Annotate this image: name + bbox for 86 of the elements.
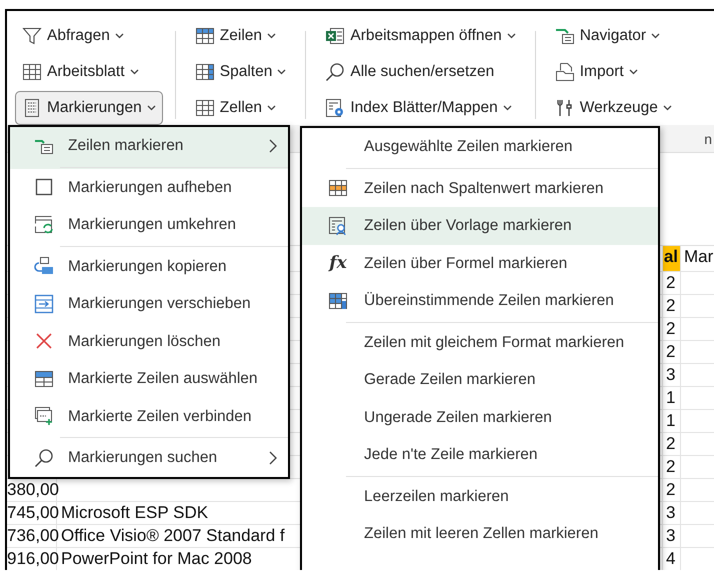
- filter-icon: [22, 26, 42, 46]
- chevron-down-icon: [267, 33, 276, 39]
- menu-item[interactable]: Gerade Zeilen markieren: [302, 361, 658, 398]
- menu-item[interactable]: Markierungen verschieben: [10, 285, 288, 322]
- chevron-down-icon: [277, 69, 286, 75]
- column-header: al: [664, 247, 678, 266]
- chevron-down-icon: [267, 105, 276, 111]
- chevron-down-icon: [662, 105, 672, 111]
- table-cell: 4: [666, 549, 676, 568]
- chevron-down-icon: [651, 33, 660, 39]
- chevron-down-icon: [502, 105, 512, 111]
- document-gear-icon: [325, 98, 346, 118]
- table-icon: [22, 62, 42, 82]
- ribbon-button[interactable]: Arbeitsblatt: [15, 55, 163, 89]
- checkbox-icon: [34, 177, 54, 198]
- ribbon-button[interactable]: Import: [548, 55, 679, 89]
- table-cell: Microsoft ESP SDK: [61, 503, 208, 522]
- table-cell: 736,00: [7, 526, 59, 545]
- ribbon-button[interactable]: Zellen: [188, 91, 294, 125]
- chevron-right-icon: [269, 450, 278, 465]
- table-icon: [328, 178, 348, 198]
- menu-item[interactable]: fx Zeilen über Formel markieren: [302, 244, 658, 282]
- table-cell: 916,00: [7, 549, 59, 568]
- ribbon-button[interactable]: Markierungen: [15, 91, 163, 125]
- table-chart-icon: [328, 290, 348, 311]
- menu-item[interactable]: Markierungen suchen: [10, 439, 288, 476]
- menu-item[interactable]: Zeilen über Vorlage markieren: [302, 207, 658, 244]
- ribbon-button[interactable]: Werkzeuge: [548, 91, 679, 125]
- table-cell: 3: [666, 503, 676, 522]
- menu-item[interactable]: Ungerade Zeilen markieren: [302, 398, 658, 436]
- chevron-right-icon: [269, 138, 278, 153]
- ribbon-button[interactable]: Alle suchen/ersetzen: [318, 55, 523, 89]
- menu-item[interactable]: Zeilen nach Spaltenwert markieren: [302, 170, 658, 207]
- table-cell: PowerPoint for Mac 2008: [61, 549, 252, 568]
- table-cell: 2: [666, 342, 676, 361]
- chevron-down-icon: [130, 69, 139, 75]
- table-cell: Office Visio® 2007 Standard f: [61, 526, 285, 545]
- ribbon-button[interactable]: Spalten: [188, 55, 294, 89]
- menu-item[interactable]: Markierte Zeilen auswählen: [10, 360, 288, 398]
- menu-item[interactable]: Leerzeilen markieren: [302, 478, 658, 515]
- ribbon-button[interactable]: Abfragen: [15, 19, 163, 53]
- table-cell: 2: [666, 319, 676, 338]
- invert-icon: [34, 214, 54, 235]
- move-icon: [34, 294, 54, 314]
- table-cell: 3: [666, 526, 676, 545]
- group-label: n: [704, 130, 712, 149]
- merge-icon: [34, 406, 54, 426]
- table-icon: [194, 26, 215, 46]
- chevron-down-icon: [146, 105, 156, 111]
- table-cell: 3: [666, 365, 676, 384]
- import-icon: [554, 62, 575, 82]
- menu-item[interactable]: Markierungen löschen: [10, 322, 288, 360]
- ribbon-button[interactable]: Navigator: [548, 19, 679, 53]
- list-icon: [22, 98, 42, 118]
- spreadsheet-icon: [325, 26, 346, 46]
- table-cell: 745,00: [7, 503, 59, 522]
- ribbon-button[interactable]: Zeilen: [188, 19, 294, 53]
- table-cell: 2: [666, 296, 676, 315]
- ribbon-button[interactable]: Arbeitsmappen öffnen: [318, 19, 523, 53]
- table-icon: [34, 368, 54, 389]
- table-icon: [194, 62, 215, 82]
- table-cell: 2: [666, 434, 676, 453]
- formula-icon: fx: [329, 250, 347, 276]
- table-cell: 2: [666, 457, 676, 476]
- menu-item[interactable]: Zeilen mit gleichem Format markieren: [302, 324, 658, 361]
- table-cell: 380,00: [7, 480, 59, 499]
- template-search-icon: [328, 216, 348, 236]
- menu-item[interactable]: Markierungen aufheben: [10, 168, 288, 206]
- table-cell: 1: [666, 411, 676, 430]
- menu-item[interactable]: Zeilen mit leeren Zellen markieren: [302, 515, 658, 552]
- chevron-down-icon: [506, 33, 516, 39]
- menu-item[interactable]: Zeilen markieren: [10, 127, 288, 168]
- navigator-icon: [554, 26, 575, 46]
- table-cell: 1: [666, 388, 676, 407]
- ribbon-button[interactable]: Index Blätter/Mappen: [318, 91, 523, 125]
- search-icon: [34, 448, 54, 468]
- chevron-down-icon: [114, 33, 124, 39]
- close-icon: [34, 331, 54, 352]
- chevron-down-icon: [628, 69, 638, 75]
- table-cell: 2: [666, 480, 676, 499]
- column-header: Mar: [684, 247, 714, 266]
- table-cell: 2: [666, 273, 676, 292]
- copy-icon: [34, 256, 54, 276]
- table-icon: [194, 98, 215, 118]
- menu-item[interactable]: Markierungen kopieren: [10, 248, 288, 285]
- search-icon: [325, 62, 346, 82]
